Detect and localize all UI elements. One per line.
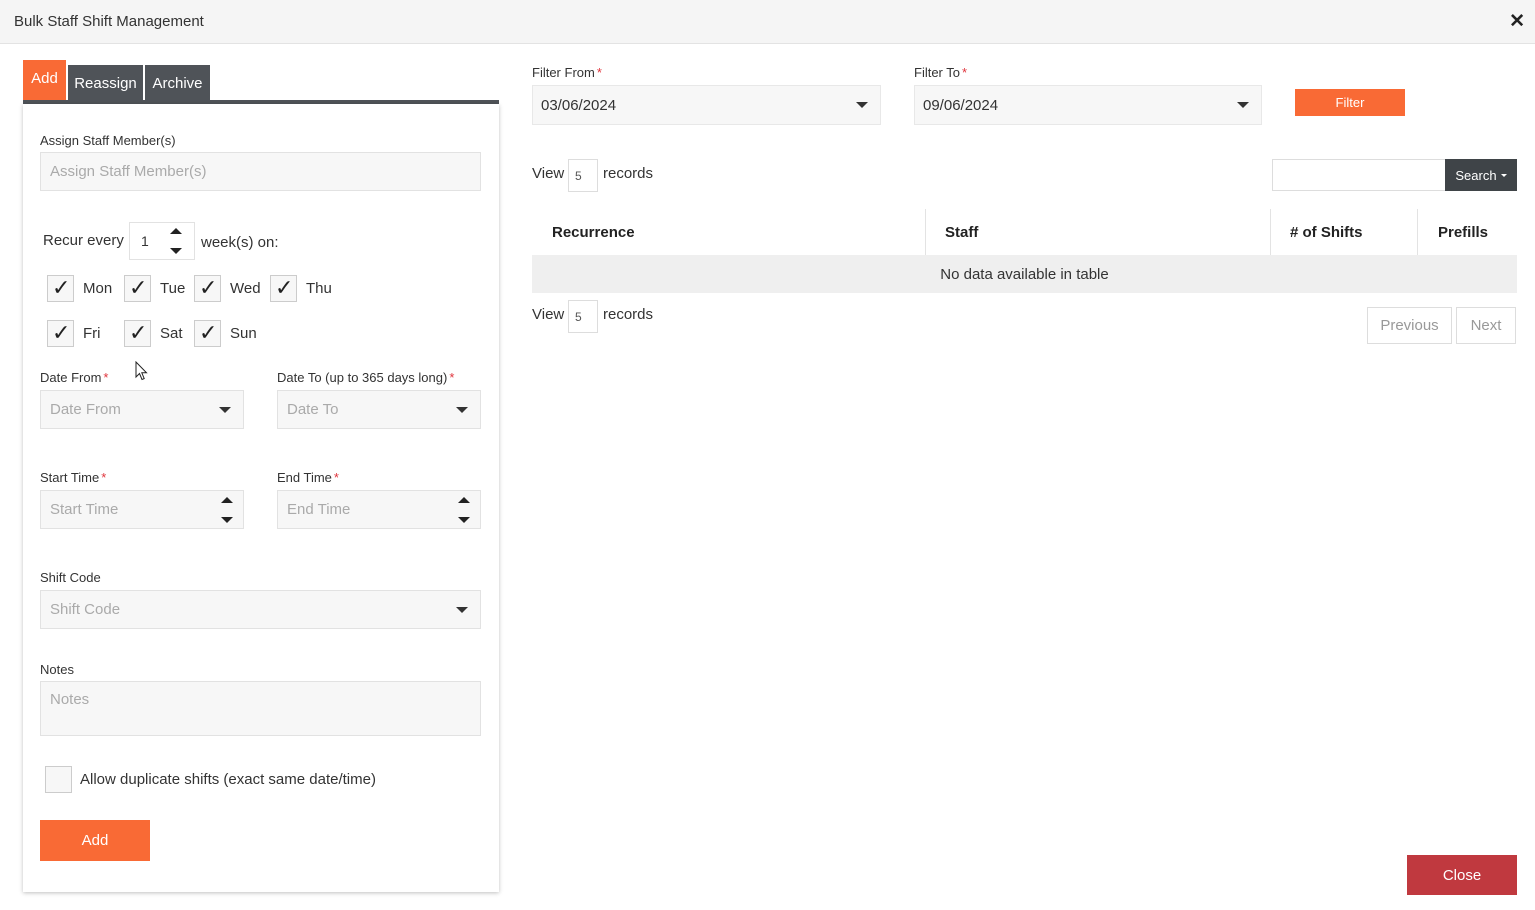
records-count: 5: [575, 169, 582, 183]
view-prefix-top: View: [532, 165, 565, 182]
shift-code-placeholder: Shift Code: [50, 601, 121, 618]
column-header-prefills[interactable]: Prefills: [1438, 209, 1488, 255]
start-time-spinner-icon[interactable]: [221, 495, 233, 525]
filter-to-dropdown[interactable]: 09/06/2024: [914, 85, 1262, 125]
filter-to-label: Filter To *: [914, 65, 968, 80]
checkbox-wed[interactable]: ✓: [194, 275, 221, 302]
day-label-sun: Sun: [230, 325, 257, 342]
checkmark-icon: ✓: [199, 276, 218, 301]
records-per-page-bottom[interactable]: 5: [568, 300, 598, 333]
end-time-placeholder: End Time: [287, 501, 351, 518]
column-header-recurrence[interactable]: Recurrence: [552, 209, 635, 255]
filter-from-value: 03/06/2024: [541, 96, 617, 114]
column-divider: [1417, 209, 1418, 255]
start-time-label: Start Time *: [40, 470, 107, 485]
column-header-staff[interactable]: Staff: [945, 209, 978, 255]
checkbox-thu[interactable]: ✓: [270, 275, 297, 302]
date-to-placeholder: Date To: [287, 401, 339, 418]
date-from-dropdown[interactable]: Date From: [40, 390, 244, 429]
checkbox-fri[interactable]: ✓: [47, 320, 74, 347]
checkmark-icon: ✓: [129, 276, 148, 301]
filter-to-value: 09/06/2024: [923, 96, 999, 114]
bulk-shift-modal: Bulk Staff Shift Management ✕ Add Reassi…: [0, 0, 1535, 910]
modal-title: Bulk Staff Shift Management: [14, 13, 204, 30]
assign-staff-label: Assign Staff Member(s): [40, 133, 176, 148]
add-form-panel: Assign Staff Member(s) Assign Staff Memb…: [23, 104, 499, 892]
date-from-label: Date From *: [40, 370, 109, 385]
add-button[interactable]: Add: [40, 820, 150, 861]
date-from-placeholder: Date From: [50, 401, 121, 418]
assign-staff-input[interactable]: Assign Staff Member(s): [40, 152, 481, 191]
chevron-down-icon: [456, 406, 468, 413]
start-time-input[interactable]: Start Time: [40, 490, 244, 529]
day-label-thu: Thu: [306, 280, 332, 297]
chevron-down-icon: [1237, 102, 1249, 108]
checkmark-icon: ✓: [275, 276, 294, 301]
column-header-shifts[interactable]: # of Shifts: [1290, 209, 1363, 255]
checkmark-icon: ✓: [129, 321, 148, 346]
mouse-cursor-icon: [135, 361, 148, 381]
chevron-down-icon: [456, 606, 468, 613]
tab-reassign[interactable]: Reassign: [68, 65, 143, 101]
empty-table-row: No data available in table: [532, 255, 1517, 293]
recur-weeks-stepper[interactable]: 1: [129, 222, 195, 260]
notes-textarea[interactable]: Notes: [40, 681, 481, 736]
recur-prefix: Recur every: [43, 232, 124, 249]
recur-spinner-icon[interactable]: [170, 226, 182, 256]
previous-page-button[interactable]: Previous: [1367, 307, 1452, 344]
checkbox-mon[interactable]: ✓: [47, 275, 74, 302]
chevron-down-icon: [219, 406, 231, 413]
notes-label: Notes: [40, 662, 74, 677]
search-button-label: Search: [1455, 167, 1497, 183]
next-page-button[interactable]: Next: [1456, 307, 1516, 344]
start-time-placeholder: Start Time: [50, 501, 119, 518]
checkmark-icon: ✓: [199, 321, 218, 346]
column-divider: [925, 209, 926, 255]
chevron-down-icon: [856, 102, 868, 108]
day-label-tue: Tue: [160, 280, 186, 297]
checkmark-icon: ✓: [52, 321, 71, 346]
allow-duplicates-checkbox[interactable]: [45, 766, 72, 793]
day-label-wed: Wed: [230, 280, 261, 297]
checkbox-tue[interactable]: ✓: [124, 275, 151, 302]
filter-from-dropdown[interactable]: 03/06/2024: [532, 85, 881, 125]
checkbox-sun[interactable]: ✓: [194, 320, 221, 347]
search-input[interactable]: [1272, 159, 1446, 191]
close-button[interactable]: Close: [1407, 855, 1517, 895]
filter-from-label: Filter From *: [532, 65, 602, 80]
end-time-label: End Time *: [277, 470, 339, 485]
end-time-input[interactable]: End Time: [277, 490, 481, 529]
filter-button[interactable]: Filter: [1295, 89, 1405, 116]
shift-code-label: Shift Code: [40, 570, 101, 585]
search-button[interactable]: Search: [1445, 159, 1517, 191]
records-count: 5: [575, 310, 582, 324]
tab-archive[interactable]: Archive: [145, 65, 210, 101]
checkbox-sat[interactable]: ✓: [124, 320, 151, 347]
end-time-spinner-icon[interactable]: [458, 495, 470, 525]
checkmark-icon: ✓: [52, 276, 71, 301]
day-label-mon: Mon: [83, 280, 113, 297]
view-suffix-bottom: records: [603, 306, 654, 323]
recur-weeks-value: 1: [141, 233, 149, 249]
tab-add[interactable]: Add: [23, 60, 66, 100]
allow-duplicates-label: Allow duplicate shifts (exact same date/…: [80, 771, 376, 788]
close-icon[interactable]: ✕: [1509, 11, 1525, 33]
day-label-fri: Fri: [83, 325, 101, 342]
day-label-sat: Sat: [160, 325, 183, 342]
modal-header: Bulk Staff Shift Management ✕: [0, 0, 1535, 44]
records-per-page-top[interactable]: 5: [568, 159, 598, 192]
shift-code-dropdown[interactable]: Shift Code: [40, 590, 481, 629]
date-to-label: Date To (up to 365 days long) *: [277, 370, 455, 385]
date-to-dropdown[interactable]: Date To: [277, 390, 481, 429]
view-suffix-top: records: [603, 165, 654, 182]
column-divider: [1270, 209, 1271, 255]
view-prefix-bottom: View: [532, 306, 565, 323]
assign-staff-placeholder: Assign Staff Member(s): [50, 163, 207, 180]
recur-suffix: week(s) on:: [201, 234, 279, 251]
chevron-down-icon: [1500, 173, 1507, 177]
notes-placeholder: Notes: [50, 691, 90, 708]
